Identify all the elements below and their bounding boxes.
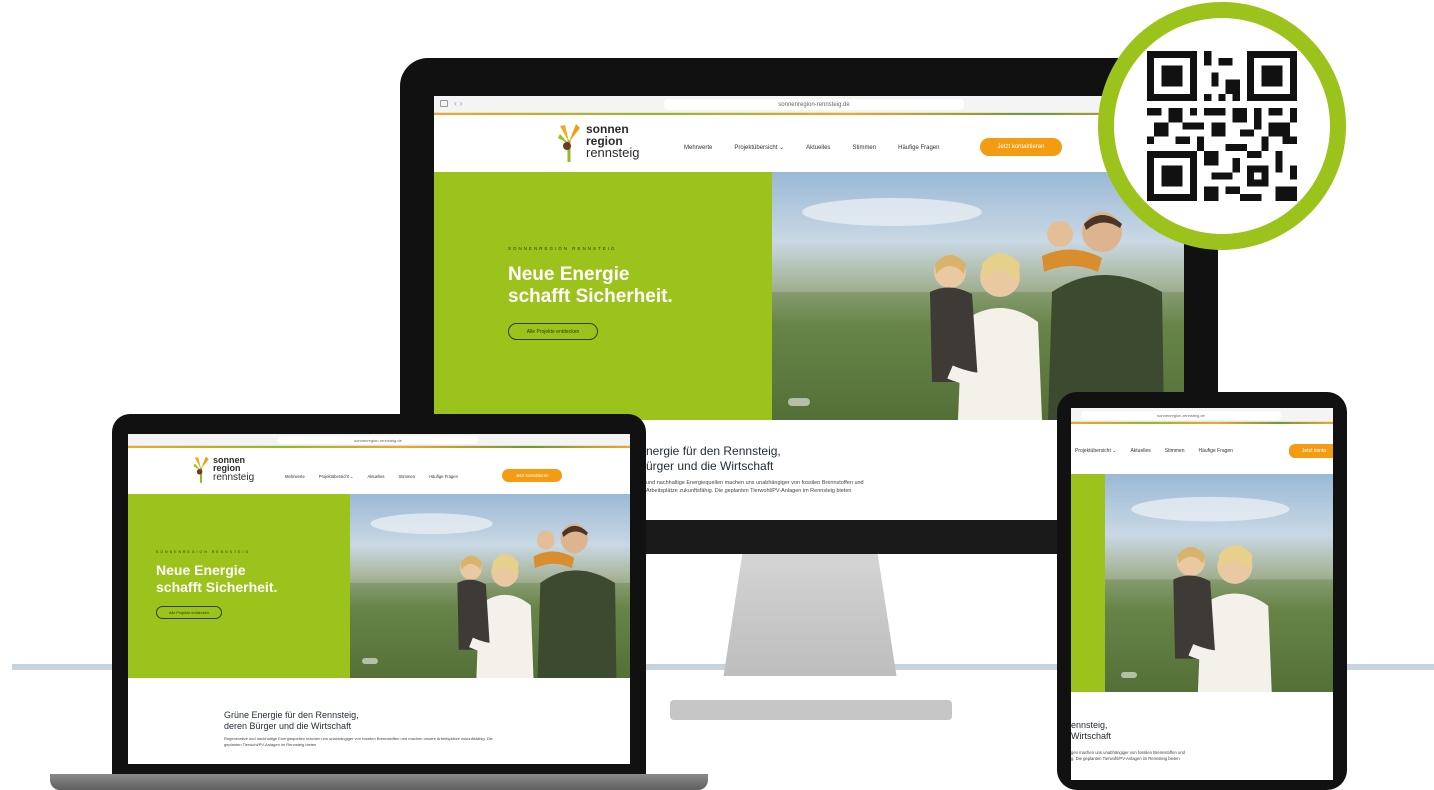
url-text: sonnenregion-rennsteig.de (354, 437, 402, 443)
tablet: sonnenregion-rennsteig.de Projektübersic… (1057, 392, 1347, 790)
url-bar[interactable]: sonnenregion-rennsteig.de (278, 436, 478, 444)
body-line2: g. Die geplanten Tierwohl/PV-Anlagen im … (1071, 755, 1180, 761)
hero-headline: Neue Energie schafft Sicherheit. (156, 562, 277, 595)
nav-item-aktuelles[interactable]: Aktuelles (1130, 448, 1150, 454)
body-line1: gen machen uns unabhängiger von fossilen… (1071, 750, 1185, 755)
qr-badge[interactable] (1098, 2, 1346, 250)
section-body: Regenerative und nachhaltige Energiequel… (224, 736, 493, 747)
chevron-down-icon: ⌄ (349, 474, 354, 479)
color-stripe (434, 113, 1184, 115)
section-title-line1: ennsteig, (1071, 720, 1108, 730)
browser-toolbar: sonnenregion-rennsteig.de (128, 434, 630, 446)
section-title-line2: deren Bürger und die Wirtschaft (224, 721, 352, 732)
sun-logo-icon (193, 456, 209, 483)
color-stripe (128, 446, 630, 448)
slider-dots[interactable] (1121, 672, 1137, 678)
nav-item-stimmen[interactable]: Stimmen (1165, 448, 1185, 454)
contact-button[interactable]: Jetzt kontaktieren (502, 469, 562, 482)
sun-logo-icon (558, 124, 580, 162)
hero-panel (1071, 474, 1105, 692)
nav-item-faq[interactable]: Häufige Fragen (429, 474, 458, 479)
main-nav: Mehrwerte Projektübersicht ⌄ Aktuelles S… (285, 474, 458, 479)
hero-eyebrow: SONNENREGION RENNSTEIG (156, 550, 251, 554)
nav-item-aktuelles[interactable]: Aktuelles (368, 474, 385, 479)
sidebar-icon[interactable] (440, 100, 448, 107)
slider-dots[interactable] (362, 658, 378, 664)
site-logo[interactable]: sonnen region rennsteig (192, 454, 254, 484)
tablet-screen: sonnenregion-rennsteig.de Projektübersic… (1071, 408, 1333, 780)
chevron-down-icon: ⌄ (779, 145, 785, 151)
tablet-nav: Projektübersicht ⌄ Aktuelles Stimmen Häu… (1075, 448, 1233, 454)
laptop: sonnenregion-rennsteig.de sonnen region … (112, 414, 646, 776)
nav-item-projektuebersicht[interactable]: Projektübersicht ⌄ (319, 474, 354, 479)
chevron-down-icon: ⌄ (1112, 448, 1117, 454)
headline-line2: schafft Sicherheit. (508, 286, 673, 308)
contact-button[interactable]: Jetzt konta (1289, 444, 1333, 458)
hero-headline: Neue Energie schafft Sicherheit. (508, 264, 673, 309)
nav-item-projektuebersicht[interactable]: Projektübersicht ⌄ (734, 144, 784, 151)
nav-item-projektuebersicht[interactable]: Projektübersicht ⌄ (1075, 448, 1116, 454)
tablet-section-title: ennsteig, Wirtschaft (1071, 720, 1111, 743)
nav-item-faq[interactable]: Häufige Fragen (1198, 448, 1232, 454)
url-text: sonnenregion-rennsteig.de (1157, 413, 1205, 418)
family-photo-illustration (350, 513, 630, 678)
projects-button[interactable]: Alle Projekte entdecken (508, 323, 598, 340)
logo-line3: rennsteig (213, 471, 255, 483)
monitor-neck (723, 554, 897, 676)
body-line2: Arbeitsplätze zukunftsfähig. Die geplant… (646, 487, 852, 494)
back-icon[interactable]: ‹ › (454, 98, 463, 108)
nav-item-stimmen[interactable]: Stimmen (852, 145, 876, 151)
url-text: sonnenregion-rennsteig.de (778, 101, 850, 108)
url-bar[interactable]: sonnenregion-rennsteig.de (1081, 411, 1281, 420)
section-title: Grüne Energie für den Rennsteig, deren B… (224, 710, 359, 733)
hero-photo (350, 494, 630, 678)
site-logo[interactable]: sonnen region rennsteig (556, 122, 639, 162)
nav-label: Projektübersicht (1075, 448, 1111, 454)
body-line1: und nachhaltige Energiequellen machen un… (646, 480, 864, 486)
section-title-line2: ürger und die Wirtschaft (646, 459, 774, 473)
main-nav: Mehrwerte Projektübersicht ⌄ Aktuelles S… (684, 144, 939, 152)
nav-item-faq[interactable]: Häufige Fragen (898, 145, 939, 151)
color-stripe (1071, 422, 1333, 424)
url-bar[interactable]: sonnenregion-rennsteig.de (664, 99, 964, 110)
browser-toolbar: sonnenregion-rennsteig.de (1071, 408, 1333, 422)
hero-eyebrow: SONNENREGION RENNSTEIG (508, 246, 617, 251)
hero-photo (1105, 474, 1333, 692)
laptop-screen: sonnenregion-rennsteig.de sonnen region … (128, 434, 630, 764)
nav-item-aktuelles[interactable]: Aktuelles (806, 145, 830, 151)
nav-label: Projektübersicht (734, 145, 778, 151)
logo-line3: rennsteig (586, 145, 640, 161)
monitor-base (670, 700, 952, 720)
laptop-base (50, 774, 708, 790)
nav-item-mehrwerte[interactable]: Mehrwerte (285, 474, 305, 479)
browser-toolbar: ‹ › sonnenregion-rennsteig.de (434, 96, 1184, 113)
nav-item-stimmen[interactable]: Stimmen (399, 474, 416, 479)
headline-line1: Neue Energie (156, 562, 246, 578)
qr-code-icon (1147, 51, 1297, 201)
slider-dots[interactable] (788, 398, 810, 406)
nav-label: Projektübersicht (318, 474, 349, 479)
family-photo-illustration (1105, 496, 1333, 692)
contact-button[interactable]: Jetzt kontaktieren (980, 138, 1062, 156)
family-photo-illustration (772, 198, 1184, 420)
tablet-section-body: gen machen uns unabhängiger von fossilen… (1071, 750, 1185, 762)
hero-photo (772, 172, 1184, 420)
section-title-line1: nergie für den Rennsteig, (646, 444, 781, 458)
headline-line2: schafft Sicherheit. (156, 578, 278, 595)
monitor-section-title: nergie für den Rennsteig, ürger und die … (646, 444, 781, 474)
section-title-line1: Grüne Energie für den Rennsteig, (224, 710, 359, 720)
headline-line1: Neue Energie (508, 264, 630, 285)
monitor-section-body: und nachhaltige Energiequellen machen un… (646, 480, 864, 495)
projects-button[interactable]: Alle Projekte entdecken (156, 606, 222, 619)
section-title-line2: Wirtschaft (1071, 731, 1112, 742)
nav-item-mehrwerte[interactable]: Mehrwerte (684, 145, 712, 151)
devices-mockup: ‹ › sonnenregion-rennsteig.de sonnen reg… (0, 0, 1434, 790)
